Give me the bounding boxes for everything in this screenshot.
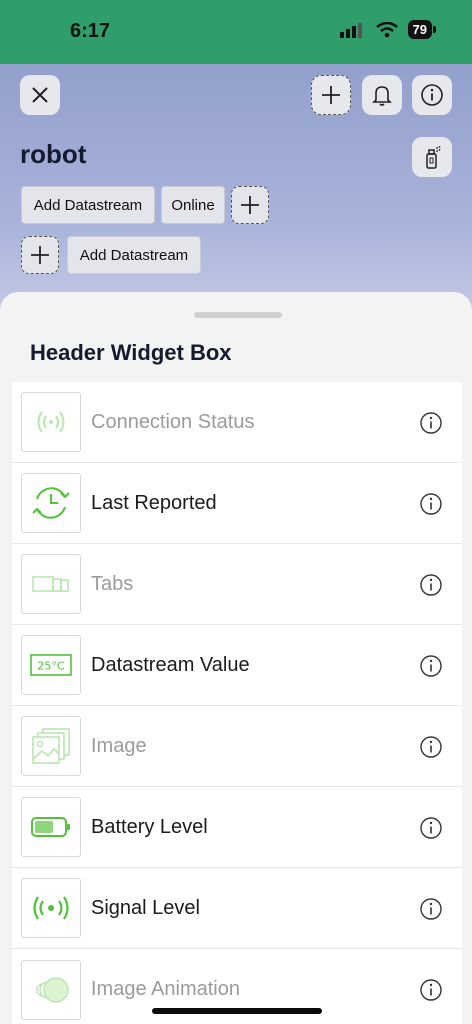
sheet-grabber[interactable]	[194, 312, 282, 318]
info-icon	[421, 84, 443, 106]
device-image-button[interactable]	[412, 137, 452, 177]
info-icon[interactable]	[419, 573, 443, 597]
widget-list: Connection Status Last Reported Tabs 25°…	[12, 382, 462, 1024]
cellular-signal-icon	[339, 22, 362, 38]
home-indicator[interactable]	[152, 1008, 322, 1014]
thumbnail	[21, 797, 81, 857]
list-item-image[interactable]: Image	[12, 706, 462, 787]
info-icon[interactable]	[419, 978, 443, 1002]
last-reported-icon	[32, 487, 70, 519]
list-item-label: Connection Status	[91, 410, 255, 433]
add-row-button[interactable]	[21, 236, 59, 274]
list-item-label: Image	[91, 734, 147, 757]
thumbnail	[21, 554, 81, 614]
spray-bottle-icon	[426, 146, 441, 169]
list-item-label: Battery Level	[91, 815, 208, 838]
status-bar: 6:17 79	[0, 0, 472, 64]
add-header-button[interactable]	[311, 75, 351, 115]
info-button[interactable]	[412, 75, 452, 115]
battery-level-icon	[31, 817, 70, 837]
list-item-battery-level[interactable]: Battery Level	[12, 787, 462, 868]
signal-level-icon	[33, 896, 69, 920]
bell-icon	[372, 86, 392, 106]
list-item-last-reported[interactable]: Last Reported	[12, 463, 462, 544]
list-item-label: Tabs	[91, 572, 134, 595]
device-name: robot	[20, 139, 87, 169]
image-icon	[32, 728, 70, 764]
add-chip-button[interactable]	[231, 186, 269, 224]
list-item-datastream-value[interactable]: 25°C Datastream Value	[12, 625, 462, 706]
plus-icon	[241, 196, 259, 214]
battery-indicator: 79	[407, 20, 437, 39]
list-item-label: Image Animation	[91, 978, 240, 1000]
thumbnail	[21, 716, 81, 776]
thumbnail	[21, 392, 81, 452]
notifications-button[interactable]	[362, 75, 402, 115]
info-icon[interactable]	[419, 816, 443, 840]
list-item-tabs[interactable]: Tabs	[12, 544, 462, 625]
info-icon[interactable]	[419, 897, 443, 921]
datastream-value-icon: 25°C	[30, 654, 72, 676]
status-time: 6:17	[70, 20, 111, 42]
connection-status-icon	[37, 411, 65, 433]
add-datastream-chip[interactable]: Add Datastream	[21, 186, 155, 224]
status-icons: 79	[339, 20, 437, 39]
list-item-connection-status[interactable]: Connection Status	[12, 382, 462, 463]
thumbnail	[21, 878, 81, 938]
wifi-icon	[375, 21, 398, 37]
widget-sheet: Header Widget Box Connection Status Last…	[0, 292, 472, 1024]
list-item-label: Last Reported	[91, 491, 217, 514]
device-header: robot Add Datastream Online Add Datastre…	[0, 64, 472, 324]
thumbnail	[21, 959, 81, 1020]
thumbnail	[21, 473, 81, 533]
list-item-label: Datastream Value	[91, 653, 250, 676]
info-icon[interactable]	[419, 492, 443, 516]
datastream-value-icon-text: 25°C	[37, 660, 64, 673]
info-icon[interactable]	[419, 654, 443, 678]
plus-icon	[322, 86, 340, 104]
info-icon[interactable]	[419, 735, 443, 759]
tabs-icon	[32, 576, 69, 592]
add-datastream-chip[interactable]: Add Datastream	[67, 236, 201, 274]
info-icon[interactable]	[419, 411, 443, 435]
thumbnail: 25°C	[21, 635, 81, 695]
list-item-signal-level[interactable]: Signal Level	[12, 868, 462, 949]
sheet-title: Header Widget Box	[30, 340, 232, 365]
close-button[interactable]	[20, 75, 60, 115]
image-animation-icon	[36, 976, 69, 1003]
close-icon	[32, 87, 48, 103]
list-item-label: Signal Level	[91, 896, 200, 919]
plus-icon	[31, 246, 49, 264]
online-chip[interactable]: Online	[161, 186, 225, 224]
